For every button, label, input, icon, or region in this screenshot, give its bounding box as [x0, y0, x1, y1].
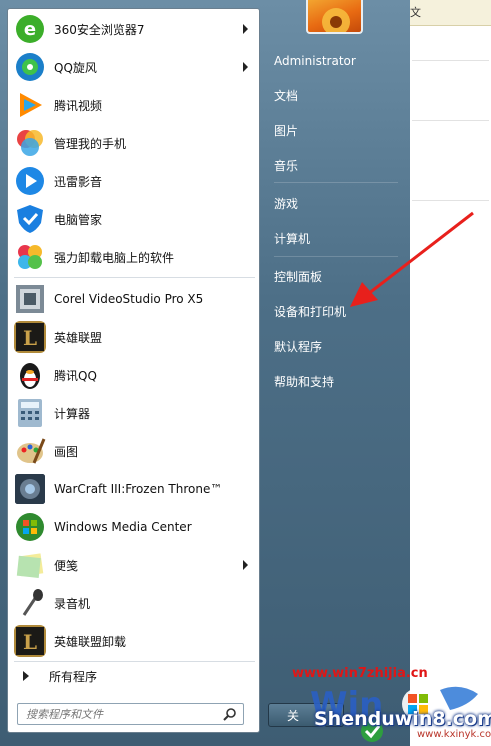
watermark-brand: Shenduwin8.com	[314, 708, 491, 730]
program-item-qq-whirlwind[interactable]: QQ旋风	[11, 49, 258, 85]
program-list-panel: e 360安全浏览器7 QQ旋风 腾讯视频 管理我的手机 迅雷影音 电脑管家 强…	[7, 8, 260, 733]
program-label: 便笺	[54, 558, 79, 573]
right-item-default-programs[interactable]: 默认程序	[268, 333, 406, 359]
program-item-360-browser[interactable]: e 360安全浏览器7	[11, 11, 258, 47]
program-label: 英雄联盟	[54, 330, 103, 345]
program-label: 计算器	[54, 406, 91, 421]
lol-uninstall-icon: L	[14, 625, 46, 657]
program-item-phone-manager[interactable]: 管理我的手机	[11, 125, 258, 161]
program-label: 腾讯视频	[54, 98, 103, 113]
all-programs-button[interactable]: 所有程序	[11, 664, 258, 688]
program-label: 强力卸载电脑上的软件	[54, 250, 175, 265]
program-item-corel-videostudio[interactable]: Corel VideoStudio Pro X5	[11, 281, 258, 317]
program-label: 录音机	[54, 596, 91, 611]
league-of-legends-icon: L	[14, 321, 46, 353]
divider	[412, 200, 489, 201]
program-list-separator	[14, 661, 255, 662]
right-item-documents[interactable]: 文档	[268, 82, 406, 108]
right-item-help-support[interactable]: 帮助和支持	[268, 368, 406, 394]
program-item-xunlei-player[interactable]: 迅雷影音	[11, 163, 258, 199]
program-item-calculator[interactable]: 计算器	[11, 395, 258, 431]
search-icon[interactable]	[223, 707, 237, 721]
corel-videostudio-icon	[14, 283, 46, 315]
submenu-arrow-icon	[243, 62, 248, 72]
right-item-pictures[interactable]: 图片	[268, 117, 406, 143]
program-label: Windows Media Center	[54, 520, 192, 534]
uninstaller-icon	[14, 241, 46, 273]
paint-icon	[14, 435, 46, 467]
xunlei-player-icon	[14, 165, 46, 197]
program-item-sound-recorder[interactable]: 录音机	[11, 585, 258, 621]
program-label: 迅雷影音	[54, 174, 103, 189]
background-window-title: 文	[410, 0, 491, 26]
program-item-paint[interactable]: 画图	[11, 433, 258, 469]
qq-whirlwind-icon	[14, 51, 46, 83]
warcraft-icon	[14, 473, 46, 505]
svg-text:e: e	[24, 19, 36, 40]
qq-penguin-icon	[14, 359, 46, 391]
watermark-sub-url: www.kxinyk.com	[417, 729, 491, 740]
right-item-music[interactable]: 音乐	[268, 152, 406, 178]
program-label: WarCraft III:Frozen Throne™	[54, 482, 223, 496]
program-item-media-center[interactable]: Windows Media Center	[11, 509, 258, 545]
360-browser-icon: e	[14, 13, 46, 45]
sound-recorder-icon	[14, 587, 46, 619]
submenu-arrow-icon	[243, 24, 248, 34]
program-label: 画图	[54, 444, 79, 459]
phone-manager-icon	[14, 127, 46, 159]
program-label: 英雄联盟卸载	[54, 634, 127, 649]
program-item-tencent-video[interactable]: 腾讯视频	[11, 87, 258, 123]
user-avatar[interactable]	[306, 0, 363, 34]
program-item-league-of-legends[interactable]: L 英雄联盟	[11, 319, 258, 355]
sticky-notes-icon	[14, 549, 46, 581]
program-label: 电脑管家	[54, 212, 103, 227]
program-label: 360安全浏览器7	[54, 22, 145, 37]
svg-text:L: L	[23, 630, 37, 654]
program-label: 腾讯QQ	[54, 368, 97, 383]
program-item-qq[interactable]: 腾讯QQ	[11, 357, 258, 393]
all-programs-label: 所有程序	[49, 669, 98, 684]
program-item-uninstaller[interactable]: 强力卸载电脑上的软件	[11, 239, 258, 275]
watermark-url: www.win7zhijia.cn	[292, 666, 428, 681]
program-item-lol-uninstall[interactable]: L 英雄联盟卸载	[11, 623, 258, 659]
divider	[412, 120, 489, 121]
program-label: QQ旋风	[54, 60, 97, 75]
search-box[interactable]	[17, 703, 244, 725]
program-item-warcraft[interactable]: WarCraft III:Frozen Throne™	[11, 471, 258, 507]
program-list-separator	[14, 277, 255, 278]
right-panel-separator	[274, 182, 398, 183]
program-item-sticky-notes[interactable]: 便笺	[11, 547, 258, 583]
program-label: 管理我的手机	[54, 136, 127, 151]
pc-manager-icon	[14, 203, 46, 235]
svg-text:L: L	[23, 326, 37, 350]
media-center-icon	[14, 511, 46, 543]
user-name-link[interactable]: Administrator	[268, 48, 406, 74]
search-input[interactable]	[18, 704, 218, 724]
background-window: 文	[410, 0, 491, 746]
divider	[412, 60, 489, 61]
tencent-video-icon	[14, 89, 46, 121]
calculator-icon	[14, 397, 46, 429]
all-programs-arrow-icon	[23, 671, 29, 681]
submenu-arrow-icon	[243, 560, 248, 570]
annotation-arrow-icon	[350, 211, 474, 307]
program-item-pc-manager[interactable]: 电脑管家	[11, 201, 258, 237]
program-label: Corel VideoStudio Pro X5	[54, 292, 204, 306]
